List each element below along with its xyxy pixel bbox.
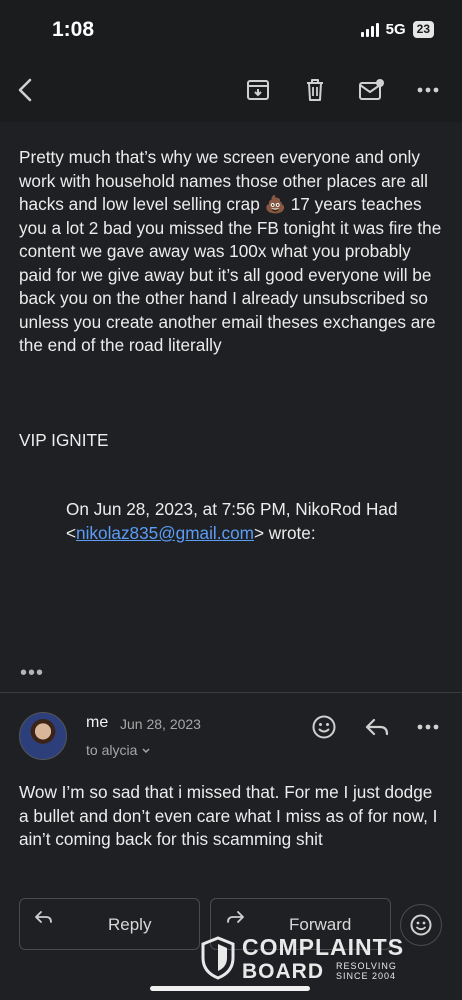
- message-date: Jun 28, 2023: [120, 716, 201, 732]
- more-icon[interactable]: [412, 74, 444, 106]
- watermark-tag-line2: SINCE 2004: [336, 971, 397, 981]
- forward-button-label: Forward: [289, 915, 352, 934]
- status-bar: 1:08 5G 23: [0, 0, 462, 60]
- recipient-details[interactable]: to alycia: [86, 742, 151, 758]
- watermark-subtitle: BOARD: [242, 960, 324, 983]
- more-options-icon[interactable]: [413, 712, 443, 742]
- signal-icon: [360, 22, 379, 37]
- chevron-down-icon: [142, 748, 150, 754]
- quote-email-open: <: [66, 523, 77, 543]
- sender-name: me: [86, 714, 109, 731]
- mark-unread-icon[interactable]: [356, 74, 388, 106]
- reply-icon[interactable]: [362, 712, 392, 742]
- avatar[interactable]: [19, 712, 67, 760]
- reply-body: Wow I’m so sad that i missed that. For m…: [19, 782, 438, 849]
- quote-header-text: On Jun 28, 2023, at 7:56 PM, NikoRod Had: [66, 499, 398, 519]
- status-time: 1:08: [52, 18, 95, 41]
- show-quoted-text-button[interactable]: •••: [20, 662, 44, 685]
- trash-icon[interactable]: [299, 74, 331, 106]
- watermark-tag-line1: RESOLVING: [336, 961, 397, 971]
- complaints-board-watermark: COMPLAINTS BOARD RESOLVING SINCE 2004: [200, 934, 420, 984]
- home-indicator[interactable]: [150, 986, 310, 991]
- message-toolbar: [0, 60, 462, 122]
- quote-email-link[interactable]: nikolaz835@gmail.com: [76, 523, 254, 543]
- shield-logo-icon: [201, 936, 235, 980]
- reply-button[interactable]: Reply: [19, 898, 200, 950]
- reply-arrow-icon: [35, 911, 52, 923]
- quote-email-close: > wrote:: [254, 523, 316, 543]
- back-arrow-icon[interactable]: [10, 74, 42, 106]
- quoted-header: On Jun 28, 2023, at 7:56 PM, NikoRod Had…: [66, 497, 426, 545]
- recipient-label: to alycia: [86, 742, 138, 758]
- forward-arrow-icon: [227, 911, 244, 923]
- message-body: Pretty much that’s why we screen everyon…: [19, 147, 442, 355]
- emoji-reaction-icon[interactable]: [309, 712, 339, 742]
- reply-button-label: Reply: [108, 915, 152, 934]
- battery-indicator: 23: [412, 21, 434, 38]
- network-type: 5G: [385, 21, 406, 38]
- message-divider: [0, 692, 462, 693]
- message-signature: VIP IGNITE: [19, 430, 109, 450]
- watermark-tagline: RESOLVING SINCE 2004: [336, 961, 397, 981]
- watermark-title: COMPLAINTS: [242, 934, 405, 960]
- archive-icon[interactable]: [242, 74, 274, 106]
- status-indicators: 5G 23: [360, 21, 434, 38]
